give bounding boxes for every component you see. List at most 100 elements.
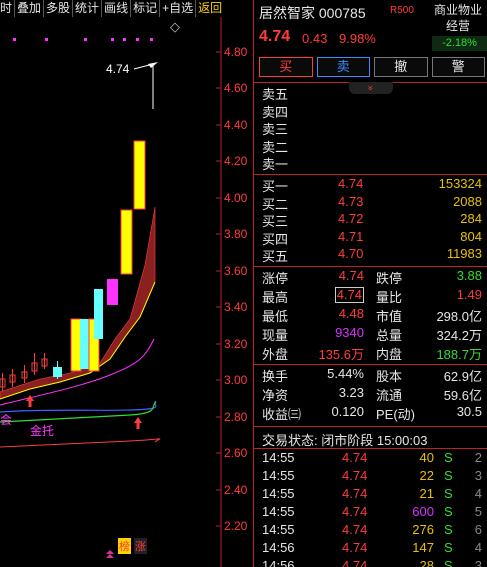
trade-price: 4.74 xyxy=(342,468,368,483)
last-price: 4.74 xyxy=(259,28,291,45)
quote-panel: 居然智家 000785 R500 商业物业经营 -2.18% 4.74 0.43… xyxy=(253,0,487,567)
trade-volume: 21 xyxy=(419,486,434,501)
ask-label: 卖一 xyxy=(262,157,289,172)
ma-green-line xyxy=(0,401,157,423)
vol-ratio-value: 1.49 xyxy=(456,287,482,302)
bid-volume: 11983 xyxy=(446,246,482,261)
quote-stats: 涨停 4.74 跌停 3.88 最高 4.74 量比 1.49 最低 4.48 … xyxy=(254,268,487,363)
toolbar-time-button[interactable]: 时 xyxy=(0,0,16,17)
y-tick-label: 3.20 xyxy=(224,337,248,351)
chart-toolbar: 时 叠加 多股 统计 画线 标记 +自选 返回 xyxy=(0,0,252,17)
stats-row: 现量 9340 总量 324.2万 xyxy=(254,325,487,344)
toolbar-mark-button[interactable]: 标记 xyxy=(131,0,161,17)
bid-volume: 2088 xyxy=(453,193,482,209)
buy-button[interactable]: 买 xyxy=(259,57,313,77)
rank-badge[interactable]: 榜 xyxy=(118,538,131,554)
tick-trades-list[interactable]: 14:55 4.74 40 S 2 14:55 4.74 22 S 3 14:55 4.74 21 S… xyxy=(254,450,487,567)
price-change-pct: 9.98% xyxy=(339,31,376,46)
toolbar-add-watchlist-button[interactable]: +自选 xyxy=(160,0,197,17)
bid-label: 买四 xyxy=(262,231,289,247)
nav-value: 3.23 xyxy=(338,385,364,400)
toolbar-overlay-button[interactable]: 叠加 xyxy=(15,0,45,17)
alert-button[interactable]: 警 xyxy=(431,57,485,77)
y-tick-label: 4.40 xyxy=(224,118,248,132)
tick-trade-row: 14:55 4.74 40 S 2 xyxy=(254,450,487,468)
trade-volume: 22 xyxy=(419,468,434,483)
float-value: 59.6亿 xyxy=(443,388,482,403)
bid-price: 4.73 xyxy=(338,193,364,209)
y-tick-label: 4.00 xyxy=(224,191,248,205)
buy-signal-arrow-2 xyxy=(134,417,142,429)
ask-row: 卖四 xyxy=(254,102,487,120)
ma-long-red-line xyxy=(0,438,161,448)
industry-name[interactable]: 商业物业经营 xyxy=(430,2,486,36)
sell-button[interactable]: 卖 xyxy=(316,57,370,77)
trade-count: 2 xyxy=(474,450,482,465)
candle-yellow-3 xyxy=(120,209,133,275)
y-tick-label: 4.80 xyxy=(224,45,248,59)
bid-price: 4.71 xyxy=(338,228,364,244)
trade-volume: 147 xyxy=(412,540,434,555)
trade-direction: S xyxy=(444,486,453,501)
tick-trade-row: 14:56 4.74 147 S 4 xyxy=(254,540,487,558)
high-marker-label: 4.74 xyxy=(106,62,130,76)
ask-label: 卖五 xyxy=(262,87,289,102)
equity-value: 62.9亿 xyxy=(443,369,482,384)
tick-trade-row: 14:55 4.74 600 S 5 xyxy=(254,504,487,522)
limit-down-label: 跌停 xyxy=(376,271,403,286)
bid-row: 买一 4.74 153324 xyxy=(254,176,487,194)
trade-direction: S xyxy=(444,450,453,465)
kline-chart[interactable]: 4.80 4.60 4.40 4.20 4.00 3.80 3.60 3.40 … xyxy=(0,17,252,567)
trade-time: 14:56 xyxy=(262,540,295,555)
kline-chart-canvas xyxy=(0,17,222,567)
candle-cyan-2 xyxy=(94,289,103,339)
trade-count: 5 xyxy=(474,504,482,519)
vol-ratio-label: 量比 xyxy=(376,290,403,305)
mkt-cap-value: 298.0亿 xyxy=(436,309,482,324)
price-axis-ticks xyxy=(216,51,221,527)
cancel-order-button[interactable]: 撤 xyxy=(374,57,428,77)
bid-price: 4.70 xyxy=(338,246,364,261)
separator xyxy=(254,266,487,267)
ask-label: 卖四 xyxy=(262,104,289,120)
trade-time: 14:55 xyxy=(262,522,295,537)
trade-direction: S xyxy=(444,522,453,537)
trade-volume: 276 xyxy=(412,522,434,537)
ask-label: 卖二 xyxy=(262,139,289,155)
y-tick-label: 3.00 xyxy=(224,373,248,387)
bid-label: 买五 xyxy=(262,249,289,264)
trade-direction: S xyxy=(444,504,453,519)
y-tick-label: 2.20 xyxy=(224,519,248,533)
trade-count: 3 xyxy=(474,558,482,567)
y-tick-label: 2.80 xyxy=(224,410,248,424)
r-badge: R500 xyxy=(390,5,414,16)
bid-label: 买三 xyxy=(262,214,289,229)
toolbar-back-button[interactable]: 返回 xyxy=(196,0,224,17)
turnover-value: 5.44% xyxy=(327,366,364,381)
limit-up-badge[interactable]: 涨 xyxy=(134,538,147,554)
trade-time: 14:55 xyxy=(262,486,295,501)
ma-blue-line xyxy=(0,400,157,413)
y-tick-label: 4.60 xyxy=(224,81,248,95)
total-vol-label: 总量 xyxy=(376,328,403,343)
tick-trade-row: 14:55 4.74 21 S 4 xyxy=(254,486,487,504)
y-tick-label: 3.60 xyxy=(224,264,248,278)
quote-header: 居然智家 000785 R500 商业物业经营 -2.18% 4.74 0.43… xyxy=(254,0,487,54)
inner-value: 188.7万 xyxy=(436,347,482,362)
trade-volume: 40 xyxy=(419,450,434,465)
bid-label: 买二 xyxy=(262,196,289,212)
collapse-chevron-icon[interactable]: » xyxy=(349,82,393,94)
price-change: 0.43 xyxy=(302,31,328,46)
stats-row: 外盘 135.6万 内盘 188.7万 xyxy=(254,344,487,363)
toolbar-draw-line-button[interactable]: 画线 xyxy=(102,0,132,17)
stats-row: 涨停 4.74 跌停 3.88 xyxy=(254,268,487,287)
trade-direction: S xyxy=(444,468,453,483)
now-vol-label: 现量 xyxy=(262,328,289,343)
bid-row: 买二 4.73 2088 xyxy=(254,194,487,212)
trade-price: 4.74 xyxy=(342,504,368,519)
toolbar-multi-stock-button[interactable]: 多股 xyxy=(44,0,74,17)
toolbar-statistics-button[interactable]: 统计 xyxy=(73,0,103,17)
trade-count: 3 xyxy=(474,468,482,483)
eps-label: 收益㈢ xyxy=(262,407,302,422)
chart-settings-diamond-icon[interactable]: ◇ xyxy=(170,19,180,35)
